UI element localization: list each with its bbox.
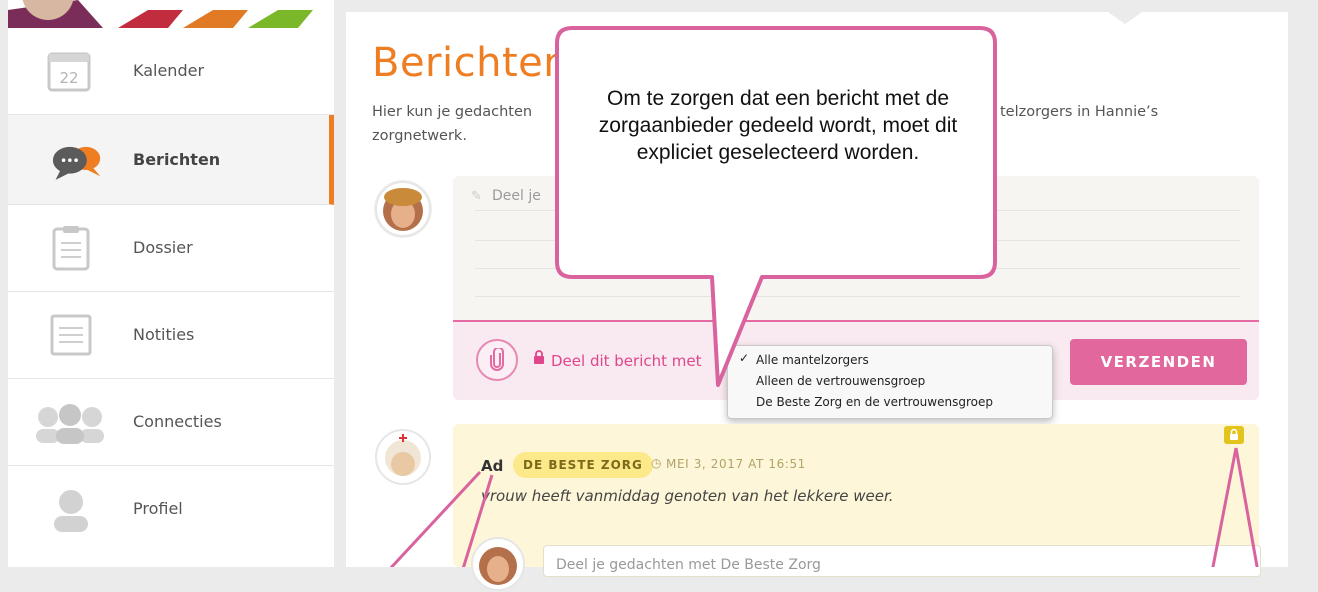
- arrow-line: [389, 470, 482, 567]
- callout-bubble: [555, 26, 997, 387]
- arrow-line: [1234, 447, 1259, 567]
- arrow-line: [461, 474, 494, 567]
- arrow-line: [1211, 447, 1238, 567]
- callout-text: Om te zorgen dat een bericht met de zorg…: [598, 87, 958, 164]
